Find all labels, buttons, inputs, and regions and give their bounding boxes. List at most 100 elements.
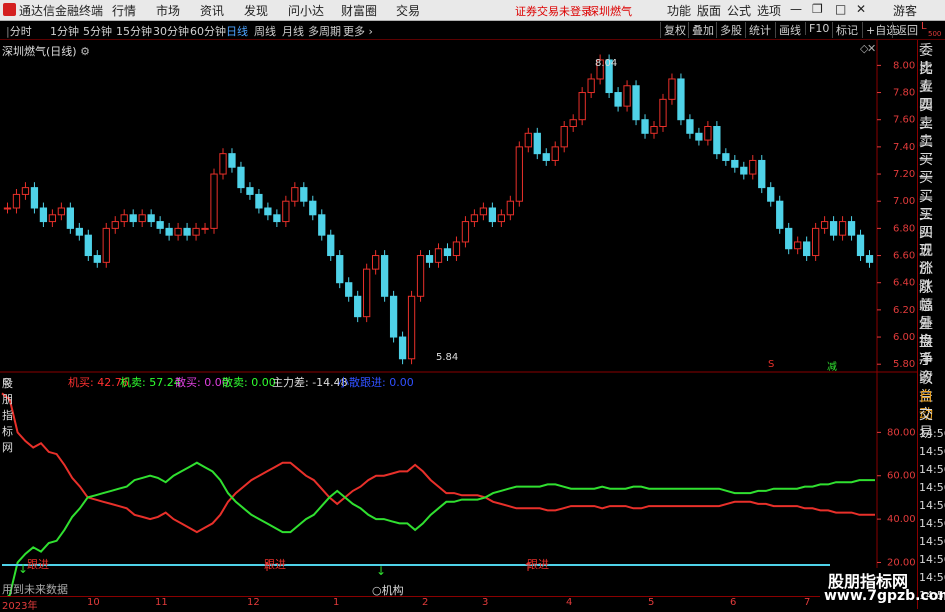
candle-body: [452, 241, 461, 257]
period-more[interactable]: 更多 ›: [343, 23, 373, 39]
high-price-label: 8.04: [595, 58, 618, 69]
period-daily[interactable]: 日线: [226, 23, 248, 39]
candle-body: [84, 234, 92, 257]
candle-body: [749, 159, 757, 175]
signal-follow-1: 跟进: [27, 558, 49, 571]
menu-ask[interactable]: 问小达: [288, 2, 324, 19]
period-5min[interactable]: 5分钟: [83, 23, 112, 39]
candle-body: [803, 241, 811, 257]
menu-bar: 通达信金融终端 行情 市场 资讯 发现 问小达 财富圈 交易 证券交易未登录 深…: [0, 0, 945, 21]
menu-formula[interactable]: 公式: [727, 2, 751, 19]
period-60min[interactable]: 60分钟: [190, 23, 226, 39]
candle-body: [506, 200, 514, 216]
multi-stock-button[interactable]: 多股: [716, 22, 742, 38]
candle-body: [479, 207, 488, 216]
candle-body: [336, 255, 344, 284]
corner-count: 500: [928, 30, 942, 38]
restore-icon[interactable]: ❐: [812, 2, 823, 16]
candle-body: [300, 187, 308, 202]
candle-body: [785, 227, 793, 250]
stats-button[interactable]: 统计: [745, 22, 771, 38]
period-weekly[interactable]: 周线: [254, 23, 276, 39]
login-status[interactable]: 证券交易未登录: [515, 3, 592, 19]
trade-time: 14:56: [919, 463, 945, 476]
ind-tick-label: 60.00: [887, 471, 916, 482]
menu-discover[interactable]: 发现: [244, 2, 268, 19]
candle-body: [39, 207, 48, 223]
mark-button[interactable]: 标记: [832, 22, 858, 38]
candle-body: [66, 207, 74, 229]
candle-body: [731, 159, 739, 168]
candle-body: [551, 146, 559, 161]
candle-body: [758, 159, 766, 189]
x-tick: 4: [566, 597, 573, 608]
menu-trade[interactable]: 交易: [396, 2, 420, 19]
period-multi[interactable]: 多周期: [308, 23, 341, 39]
candlestick-series: [3, 54, 874, 365]
period-30min[interactable]: 30分钟: [153, 23, 189, 39]
x-tick: 7: [804, 597, 811, 608]
series-line-机卖: [7, 461, 875, 596]
chart-canvas[interactable]: 8.00 7.80 7.60 7.40 7.20 7.00 6.80 6.60 6.40 6.20…: [0, 40, 917, 596]
y-tick-label: 7.00: [893, 196, 915, 207]
menu-market[interactable]: 市场: [156, 2, 180, 19]
candle-body: [183, 227, 191, 236]
y-tick-label: 6.00: [893, 332, 915, 343]
candle-body: [318, 214, 326, 236]
back-button[interactable]: 返回: [892, 22, 918, 38]
adjust-button[interactable]: 复权: [660, 22, 686, 38]
menu-function[interactable]: 功能: [667, 2, 691, 19]
app-logo-icon: [3, 3, 16, 16]
y-tick-label: 7.60: [893, 115, 915, 126]
menu-quotes[interactable]: 行情: [112, 2, 136, 19]
candle-body: [255, 193, 263, 209]
menu-wealth[interactable]: 财富圈: [341, 2, 377, 19]
indicator-header: ⊙ 股朋指标网 机买: 42.76 机卖: 57.24 散买: 0.00 散卖:…: [2, 375, 414, 454]
candle-body: [138, 214, 146, 223]
candle-body: [12, 193, 21, 209]
candle-body: [363, 268, 371, 318]
candle-body: [282, 200, 290, 223]
overlay-button[interactable]: 叠加: [688, 22, 714, 38]
gear-icon[interactable]: ⚙: [80, 45, 90, 58]
minimize-icon[interactable]: —: [790, 2, 802, 16]
candle-body: [75, 227, 83, 236]
watermark: 股朋指标网 www.7gpzb.com: [820, 568, 945, 609]
candle-body: [650, 126, 658, 134]
candle-body: [219, 153, 227, 175]
f10-button[interactable]: F10: [805, 22, 829, 35]
menu-layout[interactable]: 版面: [697, 2, 721, 19]
maximize-icon[interactable]: □: [835, 2, 846, 16]
period-minute[interactable]: |分时: [6, 23, 32, 39]
period-monthly[interactable]: 月线: [282, 23, 304, 39]
candle-body: [794, 241, 802, 250]
candle-body: [811, 227, 820, 257]
period-1min[interactable]: 1分钟: [50, 23, 79, 39]
draw-line-button[interactable]: 画线: [775, 22, 801, 38]
close-chart-icon[interactable]: ✕: [867, 42, 876, 55]
candle-body: [847, 221, 856, 236]
close-icon[interactable]: ✕: [856, 2, 866, 16]
indicator-lines: [1, 392, 875, 596]
candle-body: [623, 85, 631, 107]
trade-time: 14:56: [919, 481, 945, 494]
quote-info-panel: 委比 卖五 卖四 卖三 卖二 卖一 买一 买二 买三 买四 买五 现价 涨跌 涨幅 总量 外盘 换手 净资 收益 自动…: [917, 40, 945, 609]
candle-body: [461, 221, 470, 243]
period-15min[interactable]: 15分钟: [116, 23, 152, 39]
label-main-diff: 主力差: -14.48: [272, 376, 348, 389]
candle-body: [345, 282, 353, 297]
candle-body: [21, 187, 30, 195]
candle-body: [174, 227, 182, 236]
menu-news[interactable]: 资讯: [200, 2, 224, 19]
menu-options[interactable]: 选项: [757, 2, 781, 19]
candle-body: [641, 119, 649, 134]
candle-body: [380, 255, 389, 297]
candle-body: [668, 78, 676, 100]
series-line-机买: [1, 392, 875, 534]
user-label[interactable]: 游客: [893, 2, 917, 19]
x-tick: 2: [422, 597, 429, 608]
down-arrow-icon: ↓: [376, 564, 387, 578]
candle-body: [57, 207, 66, 216]
trade-time: 14:56: [919, 445, 945, 458]
up-arrow-icon: ↑: [523, 560, 534, 574]
